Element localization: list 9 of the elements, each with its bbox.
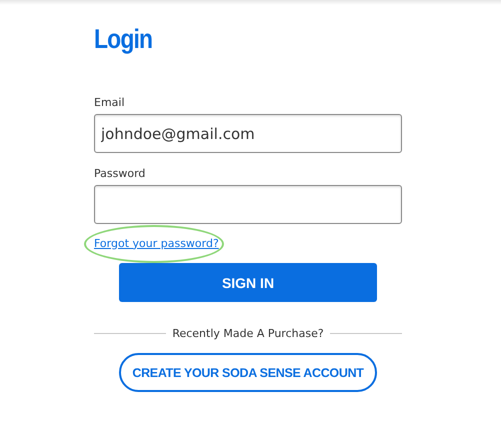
field-label: Email	[94, 96, 126, 110]
page-title: Login	[94, 23, 152, 56]
sign-in-button[interactable]: SIGN IN	[119, 263, 377, 302]
divider-text: Recently Made A Purchase?	[172, 327, 324, 340]
email-field[interactable]: johndoe@gmail.com	[94, 114, 402, 153]
forgot-password-link[interactable]: Forgot your password?	[94, 236, 219, 250]
create-account-button[interactable]: CREATE YOUR SODA SENSE ACCOUNT	[119, 353, 377, 392]
field-label: Password	[94, 167, 146, 181]
password-field[interactable]	[94, 185, 402, 224]
